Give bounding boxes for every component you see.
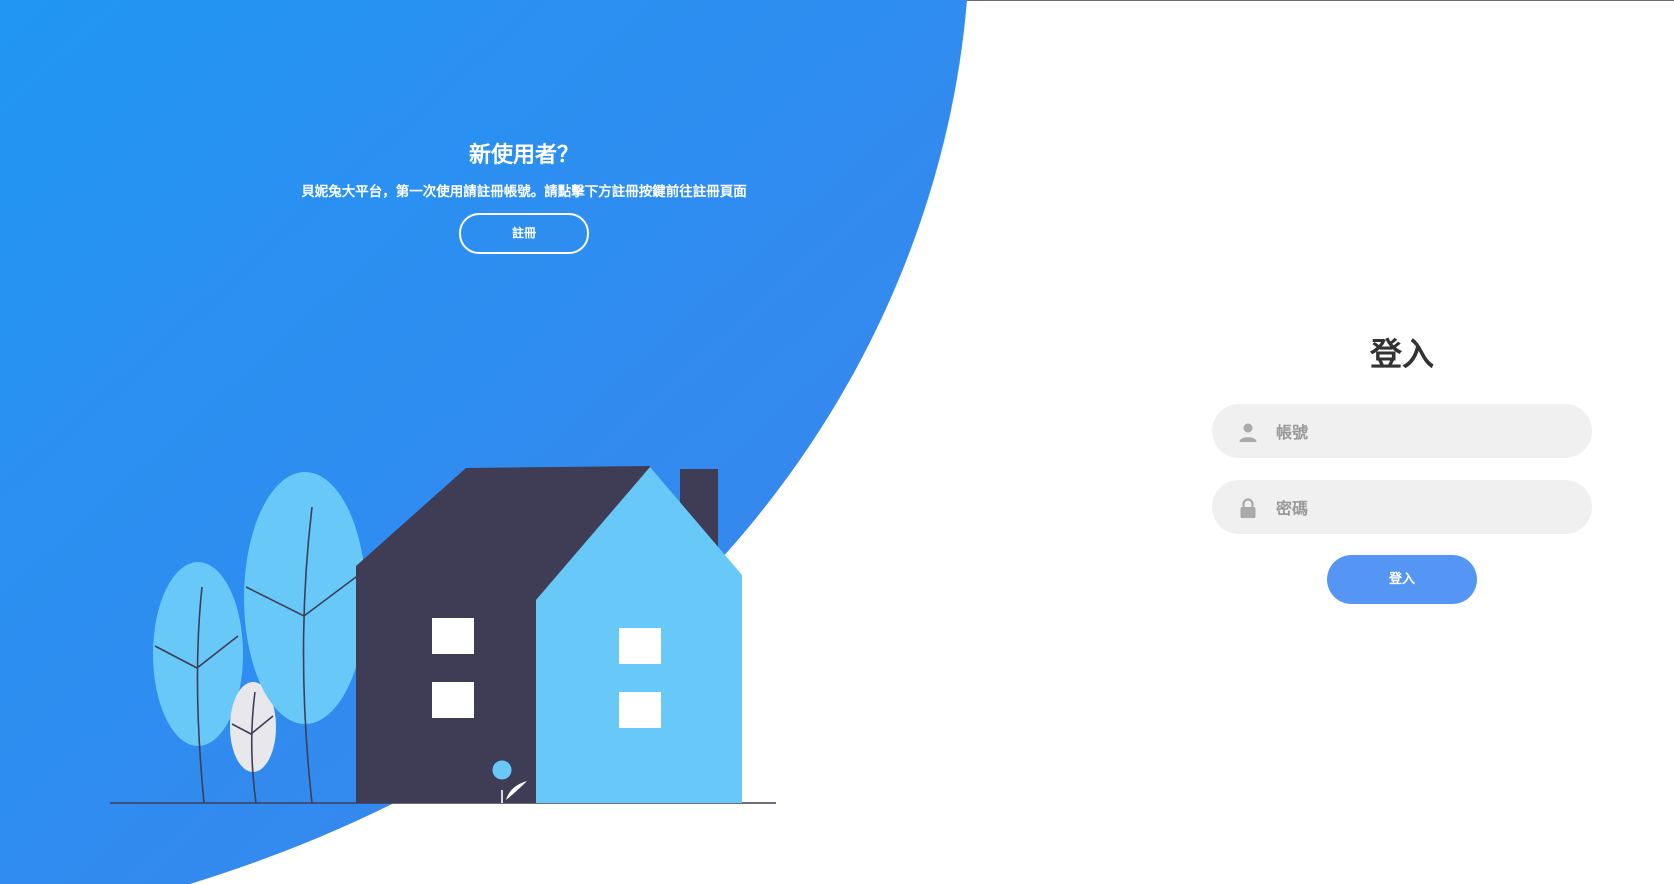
- password-input[interactable]: [1274, 480, 1578, 536]
- welcome-title: 新使用者？: [468, 143, 579, 168]
- user-icon: [1239, 423, 1257, 442]
- username-input[interactable]: [1274, 404, 1578, 460]
- lock-icon: [1240, 498, 1256, 518]
- login-page: 新使用者？ 貝妮兔大平台，第一次使用請註冊帳號。請點擊下方註冊按鍵前往註冊頁面 …: [0, 0, 1674, 884]
- window-dark-bottom: [432, 682, 474, 718]
- window-dark-top: [432, 618, 474, 654]
- welcome-panel: 新使用者？ 貝妮兔大平台，第一次使用請註冊帳號。請點擊下方註冊按鍵前往註冊頁面 …: [204, 140, 844, 254]
- register-button[interactable]: 註冊: [459, 213, 589, 254]
- login-button[interactable]: 登入: [1327, 555, 1477, 604]
- welcome-description: 貝妮兔大平台，第一次使用請註冊帳號。請點擊下方註冊按鍵前往註冊頁面: [301, 184, 747, 200]
- window-light-top: [619, 628, 661, 664]
- window-light-bottom: [619, 692, 661, 728]
- password-field[interactable]: [1212, 480, 1592, 536]
- login-form: 登入 登入: [1212, 330, 1592, 604]
- username-field[interactable]: [1212, 404, 1592, 460]
- login-title: 登入: [1369, 335, 1434, 373]
